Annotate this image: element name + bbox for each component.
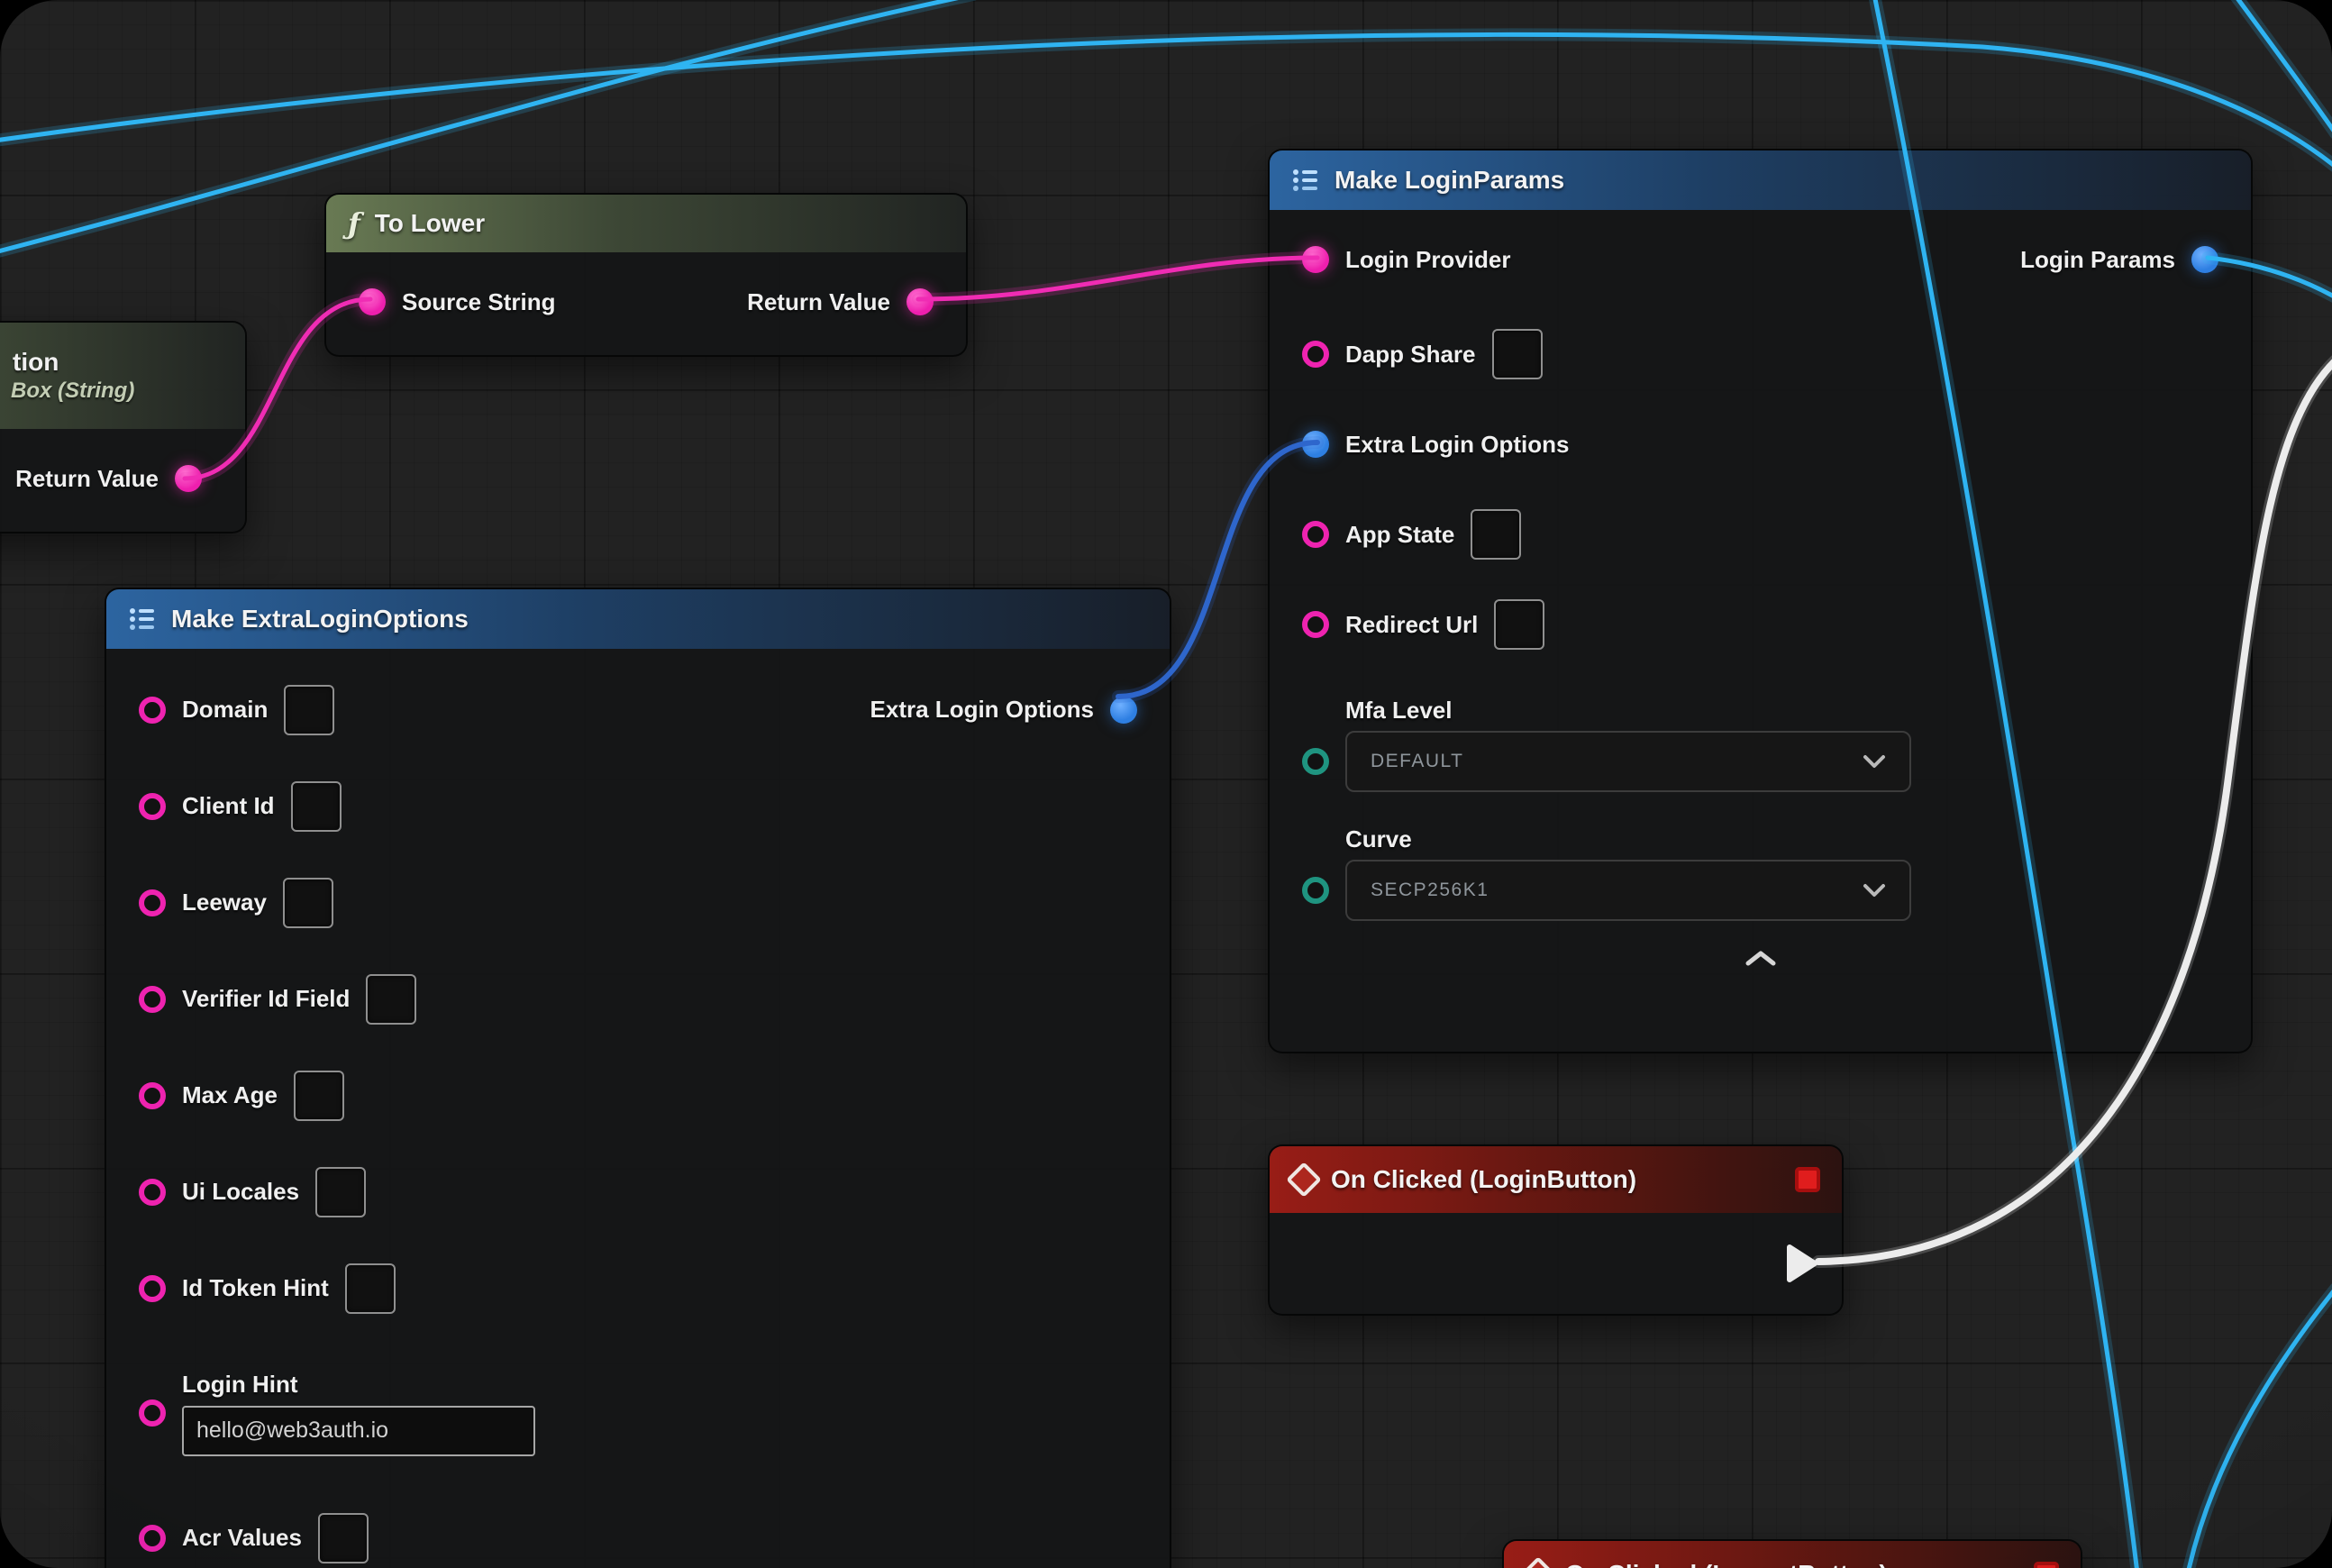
verifier-id-field-pin[interactable]: [139, 986, 166, 1013]
output-pin-label: Return Value: [15, 465, 159, 493]
client-id-checkbox[interactable]: [291, 781, 342, 832]
mfa-level-pin[interactable]: [1302, 748, 1329, 775]
mfa-level-dropdown[interactable]: DEFAULT: [1345, 731, 1911, 792]
curve-label: Curve: [1345, 825, 2218, 853]
output-pin-label: Extra Login Options: [870, 696, 1094, 724]
chevron-down-icon: [1863, 883, 1886, 898]
login-hint-input[interactable]: [182, 1406, 535, 1456]
ui-locales-pin[interactable]: [139, 1179, 166, 1206]
node-subtitle-fragment: Box (String): [11, 378, 134, 404]
curve-value: SECP256K1: [1371, 880, 1489, 901]
login-hint-pin[interactable]: [139, 1399, 166, 1427]
domain-pin[interactable]: [139, 697, 166, 724]
redirect-url-pin[interactable]: [1302, 611, 1329, 638]
pure-function-icon: ƒ: [348, 209, 360, 238]
pin-label: Extra Login Options: [1345, 431, 1569, 459]
pin-label: Id Token Hint: [182, 1274, 329, 1302]
node-header[interactable]: On Clicked (LoginButton): [1270, 1146, 1842, 1213]
node-make-login-params[interactable]: Make LoginParams Login Provider Login Pa…: [1268, 149, 2253, 1053]
acr-values-checkbox[interactable]: [318, 1513, 369, 1563]
bound-event-indicator: [1795, 1167, 1820, 1192]
output-pin-label: Login Params: [2020, 246, 2175, 274]
node-make-extra-login-options[interactable]: Make ExtraLoginOptions Domain Extra Logi…: [105, 588, 1171, 1568]
node-to-lower[interactable]: ƒ To Lower Source String Return Value: [324, 193, 968, 357]
node-title: Make ExtraLoginOptions: [171, 605, 469, 634]
pin-label: Ui Locales: [182, 1178, 299, 1206]
mfa-level-label: Mfa Level: [1345, 697, 2218, 725]
node-header[interactable]: On Clicked (LogoutButton): [1504, 1541, 2081, 1568]
login-hint-label: Login Hint: [182, 1371, 535, 1399]
event-diamond-icon: [1520, 1556, 1556, 1568]
extra-login-options-input-pin[interactable]: [1302, 431, 1329, 458]
bound-event-indicator: [2034, 1562, 2059, 1568]
extra-login-options-output-pin[interactable]: [1110, 697, 1137, 724]
node-title-fragment: tion: [13, 348, 59, 377]
event-diamond-icon: [1286, 1162, 1322, 1198]
curve-pin[interactable]: [1302, 877, 1329, 904]
blueprint-graph[interactable]: tion Box (String) Return Value ƒ To Lowe…: [0, 0, 2332, 1568]
pin-label: Verifier Id Field: [182, 985, 350, 1013]
verifier-id-field-checkbox[interactable]: [366, 974, 416, 1025]
node-header[interactable]: tion Box (String): [0, 323, 245, 429]
redirect-url-checkbox[interactable]: [1494, 599, 1544, 650]
pin-label: Client Id: [182, 792, 275, 820]
max-age-pin[interactable]: [139, 1082, 166, 1109]
leeway-checkbox[interactable]: [283, 878, 333, 928]
node-get-selected-option-partial[interactable]: tion Box (String) Return Value: [0, 321, 247, 533]
app-state-pin[interactable]: [1302, 521, 1329, 548]
mfa-level-value: DEFAULT: [1371, 751, 1463, 772]
login-provider-pin[interactable]: [1302, 246, 1329, 273]
source-string-pin[interactable]: [359, 288, 386, 315]
client-id-pin[interactable]: [139, 793, 166, 820]
collapse-node-button[interactable]: [1743, 949, 1779, 969]
pin-label: Leeway: [182, 889, 267, 916]
node-title: To Lower: [375, 209, 485, 238]
node-header[interactable]: Make ExtraLoginOptions: [106, 589, 1170, 649]
node-title: On Clicked (LoginButton): [1331, 1165, 1636, 1194]
node-title: Make LoginParams: [1335, 166, 1564, 195]
pin-label: Dapp Share: [1345, 341, 1476, 369]
return-value-pin[interactable]: [175, 465, 202, 492]
node-on-clicked-logout-button[interactable]: On Clicked (LogoutButton): [1502, 1539, 2082, 1568]
id-token-hint-pin[interactable]: [139, 1275, 166, 1302]
output-pin-label: Return Value: [747, 288, 890, 316]
input-pin-label: Source String: [402, 288, 555, 316]
app-state-checkbox[interactable]: [1471, 509, 1521, 560]
chevron-down-icon: [1863, 754, 1886, 769]
leeway-pin[interactable]: [139, 889, 166, 916]
exec-output-pin[interactable]: [1782, 1242, 1822, 1285]
pin-label: Domain: [182, 696, 268, 724]
node-title: On Clicked (LogoutButton): [1565, 1560, 1888, 1568]
pin-label: Login Provider: [1345, 246, 1510, 274]
make-struct-icon: [1291, 168, 1320, 193]
node-header[interactable]: Make LoginParams: [1270, 150, 2251, 210]
dapp-share-checkbox[interactable]: [1492, 329, 1543, 379]
make-struct-icon: [128, 606, 157, 632]
pin-label: Max Age: [182, 1081, 278, 1109]
acr-values-pin[interactable]: [139, 1525, 166, 1552]
dapp-share-pin[interactable]: [1302, 341, 1329, 368]
node-header[interactable]: ƒ To Lower: [326, 195, 966, 252]
pin-label: Redirect Url: [1345, 611, 1478, 639]
node-on-clicked-login-button[interactable]: On Clicked (LoginButton): [1268, 1144, 1844, 1316]
pin-label: Acr Values: [182, 1524, 302, 1552]
max-age-checkbox[interactable]: [294, 1071, 344, 1121]
curve-dropdown[interactable]: SECP256K1: [1345, 860, 1911, 921]
domain-checkbox[interactable]: [284, 685, 334, 735]
return-value-pin[interactable]: [906, 288, 934, 315]
id-token-hint-checkbox[interactable]: [345, 1263, 396, 1314]
ui-locales-checkbox[interactable]: [315, 1167, 366, 1217]
pin-label: App State: [1345, 521, 1454, 549]
login-params-output-pin[interactable]: [2191, 246, 2218, 273]
